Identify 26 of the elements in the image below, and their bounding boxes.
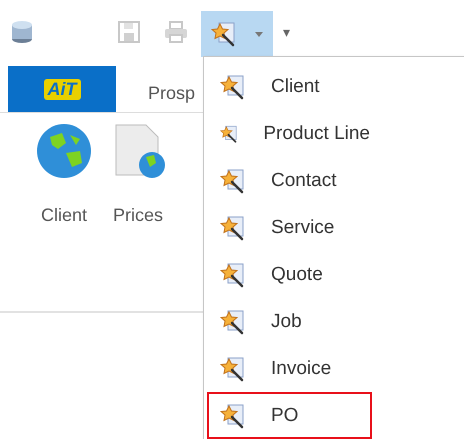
wizard-icon: [220, 168, 246, 194]
menu-item[interactable]: PO: [207, 392, 372, 439]
menu-item[interactable]: Contact: [207, 157, 372, 204]
wizard-icon: [220, 308, 246, 334]
menu-item[interactable]: Quote: [207, 251, 372, 298]
wizard-icon: [220, 74, 246, 100]
wizard-icon: [220, 214, 246, 240]
ribbon-button[interactable]: Prices: [110, 123, 166, 301]
caret-icon: [255, 32, 263, 36]
menu-item[interactable]: Product Line: [207, 110, 372, 157]
menu-item[interactable]: Job: [207, 298, 372, 345]
globe-icon: [36, 123, 92, 179]
wizard-icon: [220, 262, 246, 288]
wizard-dropdown-button[interactable]: [201, 11, 273, 57]
ribbon-tab[interactable]: Prosp: [116, 66, 196, 112]
menu-item[interactable]: Service: [207, 204, 372, 251]
menu-item[interactable]: Invoice: [207, 345, 372, 392]
printer-icon[interactable]: [163, 20, 189, 44]
wizard-icon: [211, 21, 237, 47]
save-icon[interactable]: [117, 20, 141, 44]
menu-item[interactable]: Client: [207, 63, 372, 110]
wizard-icon: [220, 356, 246, 382]
database-icon[interactable]: [11, 20, 33, 44]
wizard-icon: [220, 402, 246, 428]
overflow-glyph[interactable]: ▾: [283, 24, 290, 40]
ribbon-button[interactable]: Client: [36, 123, 92, 301]
